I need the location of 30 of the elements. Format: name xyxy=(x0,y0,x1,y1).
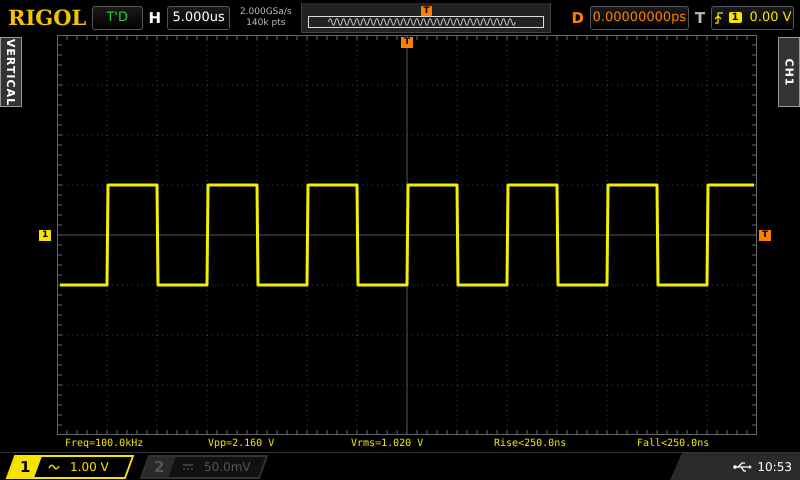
channel-tab[interactable]: CH1 xyxy=(778,37,800,107)
timebase-field[interactable]: 5.000us xyxy=(167,6,230,30)
measurement-reading: Fall<250.0ns xyxy=(637,438,710,449)
memory-waveform-icon xyxy=(308,16,544,28)
trigger-level: 0.00 V xyxy=(750,10,792,25)
delay-field[interactable]: 0.00000000ps xyxy=(590,6,689,30)
trigger-level-marker: T xyxy=(759,230,772,241)
channel-offset-marker: 1 xyxy=(39,230,52,241)
sample-rate: 2.000GSa/s xyxy=(240,6,292,18)
rising-edge-icon xyxy=(714,12,724,24)
usb-icon xyxy=(733,462,754,472)
trigger-source: 1 xyxy=(728,12,742,23)
measurement-reading: Vpp=2.160 V xyxy=(208,438,276,449)
measurement-reading: Freq=100.0kHz xyxy=(65,438,144,449)
vertical-tab[interactable]: VERTICAL xyxy=(0,37,22,107)
clock-time: 10:53 xyxy=(757,460,792,474)
ac-coupling-icon xyxy=(48,462,60,470)
memory-depth: 140k pts xyxy=(246,18,286,28)
brand-logo: RIGOL xyxy=(8,5,86,30)
trigger-label: T xyxy=(694,8,706,26)
dc-coupling-icon xyxy=(182,462,194,470)
trigger-position-marker: T xyxy=(401,37,414,48)
measurement-reading: Rise<250.0ns xyxy=(494,438,568,449)
run-status[interactable]: T'D xyxy=(92,6,143,30)
measurement-reading: Vrms=1.020 V xyxy=(351,438,424,449)
delay-label: D xyxy=(571,8,584,26)
trigger-marker: T xyxy=(421,6,432,16)
trigger-field[interactable]: 1 0.00 V xyxy=(711,6,794,30)
horizontal-label: H xyxy=(148,8,162,26)
channel-button[interactable]: 1 1.00 V xyxy=(6,454,134,478)
